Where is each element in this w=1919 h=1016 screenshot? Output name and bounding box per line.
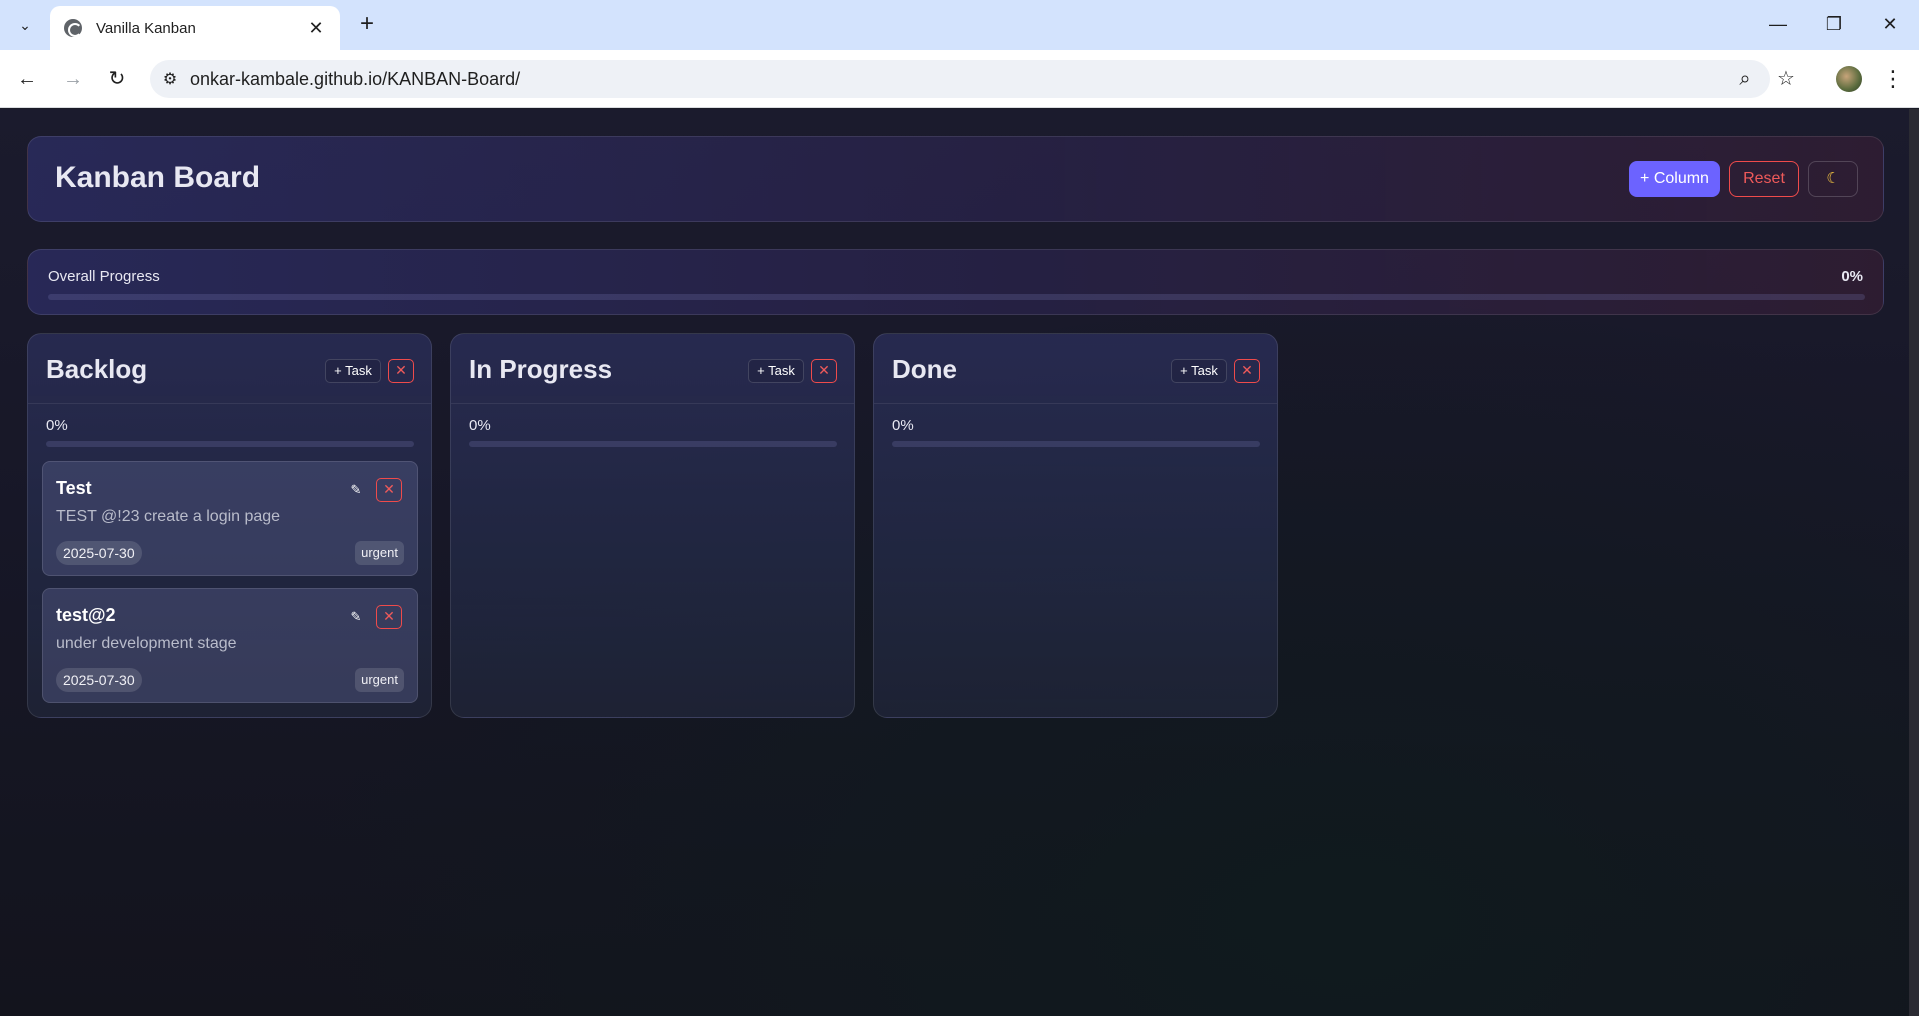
overall-progress-label: Overall Progress bbox=[48, 268, 160, 285]
board-header: Kanban Board + Column Reset ☾ bbox=[27, 136, 1884, 222]
add-task-button[interactable]: + Task bbox=[1171, 359, 1227, 383]
column-progress-bar bbox=[892, 441, 1260, 447]
bookmark-star-icon[interactable]: ☆ bbox=[1772, 65, 1800, 93]
column-progress-percent: 0% bbox=[46, 417, 68, 434]
minimize-icon[interactable]: — bbox=[1758, 8, 1798, 40]
site-info-icon[interactable]: ⚙ bbox=[150, 69, 190, 89]
delete-column-close-icon[interactable]: ✕ bbox=[388, 359, 414, 383]
task-description: TEST @!23 create a login page bbox=[56, 508, 281, 525]
column-header: Backlog + Task ✕ bbox=[28, 334, 431, 404]
task-date-badge: 2025-07-30 bbox=[56, 668, 142, 692]
delete-column-close-icon[interactable]: ✕ bbox=[811, 359, 837, 383]
tab-title: Vanilla Kanban bbox=[96, 19, 196, 37]
column-title: In Progress bbox=[469, 354, 613, 384]
add-task-button[interactable]: + Task bbox=[325, 359, 381, 383]
theme-toggle-moon-icon[interactable]: ☾ bbox=[1808, 161, 1858, 197]
url-text[interactable]: onkar-kambale.github.io/KANBAN-Board/ bbox=[190, 69, 520, 90]
task-title: Test bbox=[56, 478, 92, 498]
browser-tab-bar: ⌄ Vanilla Kanban ✕ + — ❐ ✕ bbox=[0, 0, 1919, 50]
edit-pencil-icon[interactable]: ✎ bbox=[344, 478, 368, 502]
overall-progress-bar bbox=[48, 294, 1865, 300]
profile-avatar[interactable] bbox=[1836, 66, 1862, 92]
overall-progress-percent: 0% bbox=[1841, 268, 1863, 285]
delete-task-close-icon[interactable]: ✕ bbox=[376, 605, 402, 629]
back-icon[interactable]: ← bbox=[12, 64, 42, 94]
reset-button[interactable]: Reset bbox=[1729, 161, 1799, 197]
overall-progress: Overall Progress 0% bbox=[27, 249, 1884, 315]
task-title: test@2 bbox=[56, 605, 116, 625]
task-tag-badge: urgent bbox=[355, 668, 404, 692]
column-backlog: Backlog + Task ✕ 0% Test ✎ ✕ TEST @!23 c… bbox=[27, 333, 432, 718]
reload-icon[interactable]: ↻ bbox=[102, 64, 132, 94]
column-header: In Progress + Task ✕ bbox=[451, 334, 854, 404]
page-title: Kanban Board bbox=[55, 161, 261, 194]
add-column-button[interactable]: + Column bbox=[1629, 161, 1720, 197]
tab-close-icon[interactable]: ✕ bbox=[306, 18, 326, 39]
task-card[interactable]: Test ✎ ✕ TEST @!23 create a login page 2… bbox=[42, 461, 418, 576]
column-title: Backlog bbox=[46, 354, 148, 384]
column-done: Done + Task ✕ 0% bbox=[873, 333, 1278, 718]
zoom-icon[interactable]: ⌕ bbox=[1731, 65, 1759, 93]
forward-icon[interactable]: → bbox=[58, 64, 88, 94]
task-tag-badge: urgent bbox=[355, 541, 404, 565]
restore-icon[interactable]: ❐ bbox=[1814, 8, 1854, 40]
address-bar: ← → ↻ ⚙ onkar-kambale.github.io/KANBAN-B… bbox=[0, 50, 1919, 108]
globe-icon bbox=[64, 19, 82, 37]
column-progress-percent: 0% bbox=[892, 417, 914, 434]
column-in-progress: In Progress + Task ✕ 0% bbox=[450, 333, 855, 718]
task-card[interactable]: test@2 ✎ ✕ under development stage 2025-… bbox=[42, 588, 418, 703]
page: Kanban Board + Column Reset ☾ Overall Pr… bbox=[0, 109, 1919, 1016]
task-description: under development stage bbox=[56, 635, 237, 652]
browser-tab[interactable]: Vanilla Kanban ✕ bbox=[50, 6, 340, 50]
window-close-icon[interactable]: ✕ bbox=[1870, 8, 1910, 40]
delete-column-close-icon[interactable]: ✕ bbox=[1234, 359, 1260, 383]
new-tab-button[interactable]: + bbox=[352, 10, 382, 40]
column-progress-bar bbox=[46, 441, 414, 447]
column-progress-percent: 0% bbox=[469, 417, 491, 434]
column-header: Done + Task ✕ bbox=[874, 334, 1277, 404]
edit-pencil-icon[interactable]: ✎ bbox=[344, 605, 368, 629]
column-title: Done bbox=[892, 354, 957, 384]
browser-menu-icon[interactable]: ⋮ bbox=[1880, 64, 1906, 94]
omnibox[interactable]: ⚙ onkar-kambale.github.io/KANBAN-Board/ bbox=[150, 60, 1770, 98]
page-scrollbar[interactable] bbox=[1909, 109, 1919, 1016]
add-task-button[interactable]: + Task bbox=[748, 359, 804, 383]
delete-task-close-icon[interactable]: ✕ bbox=[376, 478, 402, 502]
tab-search-chevron-icon[interactable]: ⌄ bbox=[8, 8, 42, 42]
column-progress-bar bbox=[469, 441, 837, 447]
task-date-badge: 2025-07-30 bbox=[56, 541, 142, 565]
